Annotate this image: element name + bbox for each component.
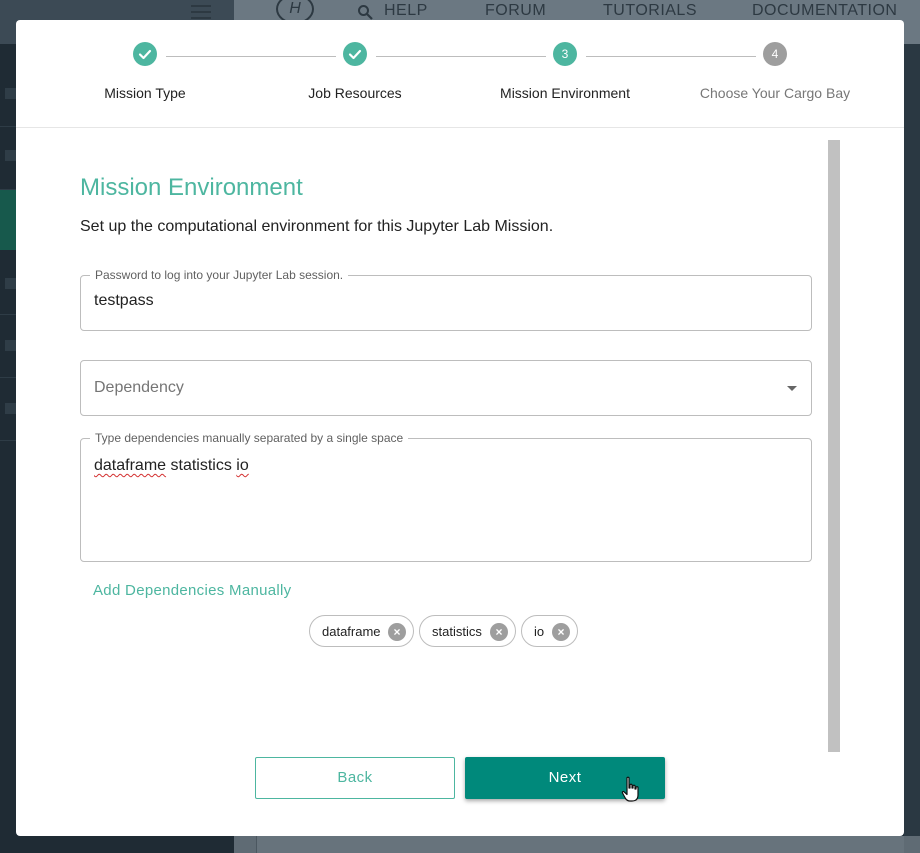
app-card	[256, 836, 904, 853]
nav-documentation[interactable]: DOCUMENTATION	[752, 2, 897, 20]
step-number: 4	[763, 42, 787, 66]
dashboard-icon[interactable]	[5, 88, 16, 99]
close-icon[interactable]: ×	[388, 623, 406, 641]
step-connector	[166, 56, 336, 57]
stepper: Mission Type Job Resources 3 Mission Env…	[16, 20, 904, 128]
step-label: Choose Your Cargo Bay	[699, 85, 851, 101]
flow-icon[interactable]	[5, 150, 16, 161]
app-sidebar-bottom	[0, 836, 234, 853]
section-subtitle: Set up the computational environment for…	[80, 218, 554, 235]
password-field[interactable]: Password to log into your Jupyter Lab se…	[80, 268, 812, 331]
step-label: Job Resources	[308, 85, 402, 101]
search-icon[interactable]	[357, 4, 373, 20]
chip-dataframe[interactable]: dataframe ×	[309, 615, 414, 647]
app-content-edge	[904, 44, 920, 853]
dialog-content: Mission Environment Set up the computati…	[16, 140, 904, 836]
manual-dependencies-label: Type dependencies manually separated by …	[90, 431, 409, 445]
textarea-word: io	[236, 457, 249, 474]
step-label: Mission Type	[104, 85, 186, 101]
briefcase-icon[interactable]	[5, 278, 16, 289]
sidebar-divider	[0, 377, 16, 378]
textarea-word: dataframe	[94, 457, 167, 474]
check-icon	[343, 42, 367, 66]
step-label: Mission Environment	[500, 85, 630, 101]
hand-cursor-icon	[621, 776, 639, 802]
check-icon	[133, 42, 157, 66]
back-button[interactable]: Back	[255, 757, 455, 799]
chevron-down-icon[interactable]	[787, 386, 797, 391]
step-connector	[586, 56, 756, 57]
nav-forum[interactable]: FORUM	[485, 2, 546, 20]
nav-tutorials[interactable]: TUTORIALS	[603, 2, 697, 20]
sidebar-item-active[interactable]	[0, 190, 16, 250]
list-icon[interactable]	[5, 403, 16, 414]
chip-label: dataframe	[322, 624, 381, 639]
step-connector	[376, 56, 546, 57]
chip-io[interactable]: io ×	[521, 615, 578, 647]
chip-label: statistics	[432, 624, 482, 639]
dependency-select[interactable]: Dependency	[80, 360, 812, 416]
sidebar-divider	[0, 314, 16, 315]
sidebar-divider	[0, 126, 16, 127]
close-icon[interactable]: ×	[552, 623, 570, 641]
manual-dependencies-textarea[interactable]: Type dependencies manually separated by …	[80, 431, 812, 562]
nav-help[interactable]: HELP	[384, 2, 428, 20]
textarea-word: statistics	[170, 457, 232, 474]
mission-dialog: Mission Type Job Resources 3 Mission Env…	[16, 20, 904, 836]
manual-dependencies-value[interactable]: dataframe statistics io	[94, 457, 249, 475]
dependency-placeholder: Dependency	[94, 379, 184, 396]
menu-icon[interactable]	[191, 5, 211, 19]
password-input[interactable]	[94, 292, 774, 310]
password-field-label: Password to log into your Jupyter Lab se…	[90, 268, 349, 282]
app-sidebar	[0, 44, 16, 853]
laptop-icon[interactable]	[5, 340, 16, 351]
sidebar-divider	[0, 440, 16, 441]
close-icon[interactable]: ×	[490, 623, 508, 641]
chip-label: io	[534, 624, 545, 639]
add-dependencies-manually-button[interactable]: Add Dependencies Manually	[93, 582, 291, 599]
scrollbar-thumb[interactable]	[828, 140, 840, 752]
chip-statistics[interactable]: statistics ×	[419, 615, 516, 647]
step-number: 3	[553, 42, 577, 66]
section-title: Mission Environment	[80, 174, 303, 201]
